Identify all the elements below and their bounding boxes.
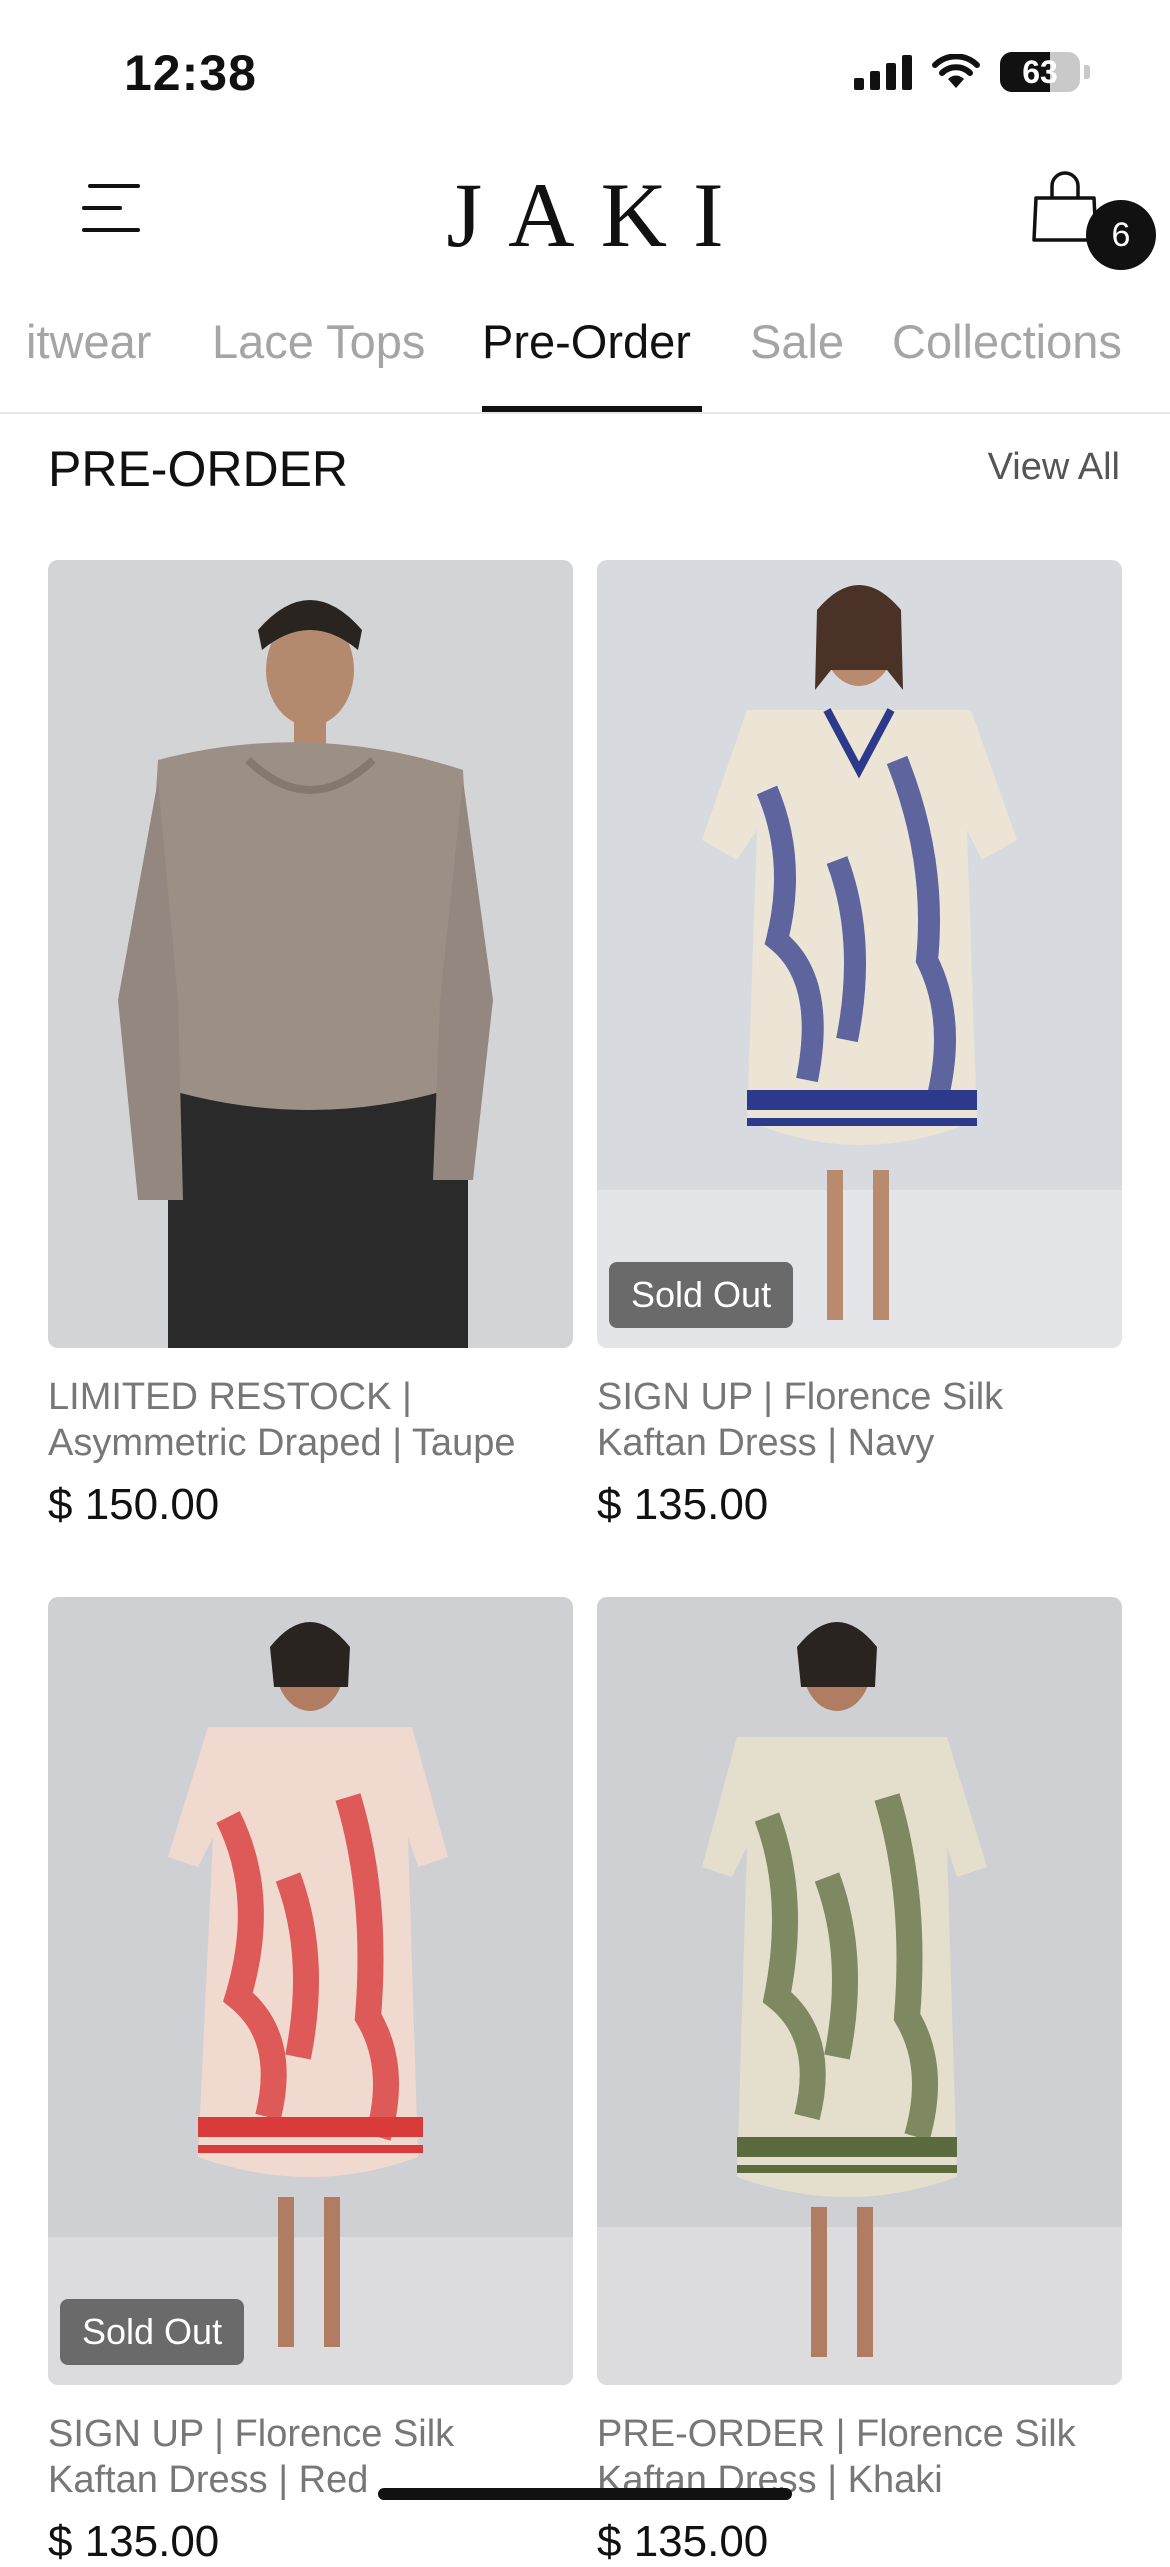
tab-pre-order[interactable]: Pre-Order — [482, 314, 691, 369]
category-tabs: itwear Lace Tops Pre-Order Sale Collecti… — [0, 300, 1170, 414]
product-photo — [48, 560, 573, 1348]
product-title[interactable]: SIGN UP | Florence Silk Kaftan Dress | N… — [597, 1374, 1122, 1466]
signal-icon — [854, 54, 912, 90]
product-title-line1: SIGN UP | Florence Silk — [597, 1376, 1004, 1418]
product-photo — [597, 1597, 1122, 2385]
product-image[interactable] — [48, 560, 573, 1348]
battery-nub — [1084, 65, 1090, 79]
status-time: 12:38 — [124, 45, 257, 101]
product-title-line2: Kaftan Dress | Navy — [597, 1422, 935, 1464]
product-card[interactable]: LIMITED RESTOCK | Asymmetric Draped | Ta… — [48, 560, 573, 1530]
active-tab-indicator — [482, 406, 702, 412]
tab-collections[interactable]: Collections — [892, 314, 1122, 369]
view-all-link[interactable]: View All — [988, 446, 1120, 489]
cart-count-badge[interactable]: 6 — [1086, 200, 1156, 270]
product-image[interactable]: Sold Out — [597, 560, 1122, 1348]
battery-icon: 63 — [1000, 52, 1080, 92]
product-card[interactable]: Sold Out SIGN UP | Florence Silk Kaftan … — [48, 1597, 573, 2567]
product-card[interactable]: Sold Out SIGN UP | Florence Silk Kaftan … — [597, 560, 1122, 1530]
brand-logo[interactable]: JAKI — [0, 162, 1170, 268]
product-price: $ 135.00 — [597, 1480, 769, 1529]
product-photo — [597, 560, 1122, 1348]
battery-level: 63 — [1022, 53, 1058, 90]
section-title: PRE-ORDER — [48, 441, 349, 497]
product-photo — [48, 1597, 573, 2385]
product-image[interactable]: Sold Out — [48, 1597, 573, 2385]
sold-out-badge: Sold Out — [60, 2299, 245, 2365]
product-title[interactable]: LIMITED RESTOCK | Asymmetric Draped | Ta… — [48, 1374, 573, 1466]
tab-lace-tops[interactable]: Lace Tops — [212, 314, 425, 369]
product-title-line1: LIMITED RESTOCK | — [48, 1376, 412, 1418]
product-price: $ 135.00 — [597, 2517, 769, 2566]
tab-itwear[interactable]: itwear — [26, 314, 151, 369]
sold-out-badge: Sold Out — [609, 1262, 794, 1328]
product-card[interactable]: PRE-ORDER | Florence Silk Kaftan Dress |… — [597, 1597, 1122, 2567]
tab-sale[interactable]: Sale — [750, 314, 844, 369]
wifi-icon — [932, 54, 980, 88]
product-title-line1: PRE-ORDER | Florence Silk — [597, 2413, 1076, 2455]
product-title-line1: SIGN UP | Florence Silk — [48, 2413, 455, 2455]
product-price: $ 135.00 — [48, 2517, 220, 2566]
product-price: $ 150.00 — [48, 1480, 220, 1529]
home-indicator[interactable] — [378, 2488, 792, 2500]
product-image[interactable] — [597, 1597, 1122, 2385]
status-icons: 63 — [854, 52, 1090, 92]
product-title-line2: Asymmetric Draped | Taupe — [48, 1422, 516, 1464]
